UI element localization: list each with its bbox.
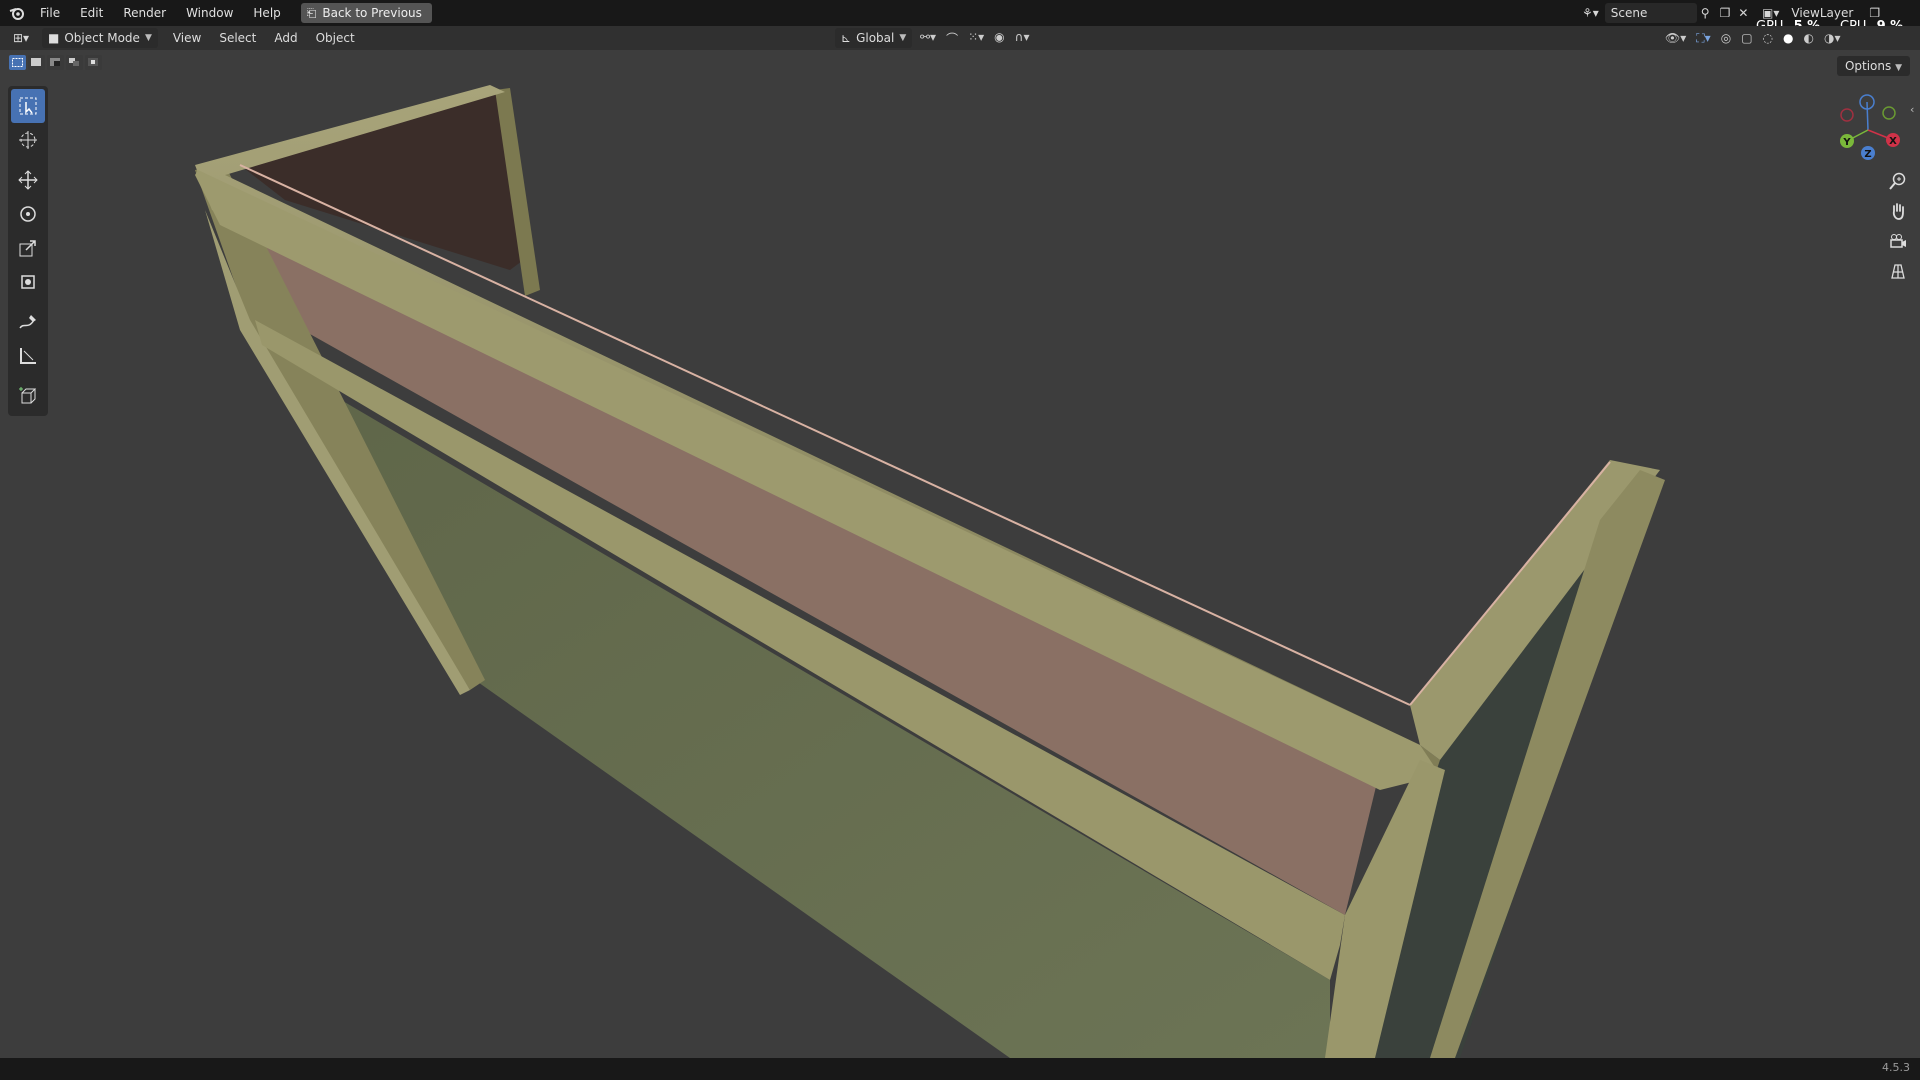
scene-selector: ⚘▾ Scene ⚲ ❐ ✕: [1582, 0, 1748, 26]
status-bar: 4.5.3: [0, 1058, 1920, 1080]
move-tool-icon[interactable]: [11, 163, 45, 197]
tool-shelf: [8, 86, 48, 416]
scale-tool-icon[interactable]: [11, 231, 45, 265]
select-new-icon[interactable]: [9, 55, 26, 70]
falloff-icon[interactable]: ∩▾: [1015, 30, 1030, 47]
xray-icon[interactable]: ▢: [1741, 31, 1752, 46]
scene-name-field[interactable]: Scene: [1604, 3, 1697, 23]
chevron-down-icon: ▼: [899, 33, 907, 43]
wireframe-shading-icon[interactable]: ◌: [1763, 31, 1773, 46]
perspective-toggle-icon[interactable]: [1883, 256, 1913, 286]
zoom-icon[interactable]: [1883, 166, 1913, 196]
view-layer-icon[interactable]: ▣▾: [1762, 6, 1779, 20]
menu-file[interactable]: File: [30, 0, 70, 26]
menu-window[interactable]: Window: [176, 0, 243, 26]
gizmo-x-label: X: [1889, 136, 1897, 147]
annotate-tool-icon[interactable]: [11, 305, 45, 339]
select-subtract-icon[interactable]: [47, 55, 64, 70]
menu-render[interactable]: Render: [113, 0, 176, 26]
viewport-3d[interactable]: [0, 50, 1920, 1058]
gizmo-z-label: Z: [1864, 149, 1871, 160]
mode-dropdown[interactable]: ■ Object Mode ▼: [42, 28, 158, 48]
object-mode-icon: ■: [48, 31, 60, 45]
selection-mode-buttons: [9, 55, 102, 70]
select-invert-icon[interactable]: [66, 55, 83, 70]
select-intersect-icon[interactable]: [85, 55, 102, 70]
menu-select[interactable]: Select: [210, 26, 265, 50]
transform-tool-icon[interactable]: [11, 265, 45, 299]
new-view-layer-icon[interactable]: ❐: [1869, 6, 1880, 20]
gizmo-y-label: Y: [1842, 137, 1851, 148]
viewport-display-controls: 👁▾ ⛶▾ ◎ ▢ ◌ ● ◐ ◑▾: [1665, 31, 1840, 46]
chevron-down-icon: ▼: [144, 33, 152, 43]
rendered-shading-icon[interactable]: ◑▾: [1824, 31, 1841, 46]
menu-add[interactable]: Add: [265, 26, 306, 50]
measure-tool-icon[interactable]: [11, 339, 45, 373]
snap-toggle-icon[interactable]: ⌒: [946, 30, 958, 47]
new-scene-icon[interactable]: ❐: [1720, 6, 1731, 20]
rotate-tool-icon[interactable]: [11, 197, 45, 231]
menu-object[interactable]: Object: [307, 26, 364, 50]
menu-help[interactable]: Help: [243, 0, 290, 26]
pin-icon[interactable]: ⚲: [1701, 6, 1710, 20]
snap-target-icon[interactable]: ⁙▾: [968, 30, 984, 47]
cursor-tool-icon[interactable]: [11, 123, 45, 157]
overlay-icon[interactable]: ◎: [1721, 31, 1731, 46]
select-box-tool-icon[interactable]: [11, 89, 45, 123]
menu-view[interactable]: View: [164, 26, 210, 50]
add-cube-tool-icon[interactable]: [11, 379, 45, 413]
navigation-gizmo[interactable]: X Y Z: [1835, 90, 1905, 165]
back-to-previous-button[interactable]: ⎗ Back to Previous: [300, 3, 432, 23]
gizmo-neg-y[interactable]: [1882, 106, 1896, 120]
sidebar-toggle-icon[interactable]: ‹: [1910, 103, 1914, 116]
viewport-header: ⊞▾ ■ Object Mode ▼ View Select Add Objec…: [0, 26, 1920, 50]
pivot-icon[interactable]: ⚯▾: [920, 30, 936, 47]
remove-scene-icon[interactable]: ✕: [1738, 6, 1748, 20]
orientation-icon: ⊾: [841, 31, 852, 45]
material-shading-icon[interactable]: ◐: [1804, 31, 1814, 46]
proportional-edit-icon[interactable]: ◉: [994, 30, 1004, 47]
select-extend-icon[interactable]: [28, 55, 45, 70]
orientation-label: Global: [856, 31, 895, 45]
gizmo-toggle-icon[interactable]: ⛶▾: [1696, 31, 1710, 46]
back-to-previous-label: Back to Previous: [322, 6, 422, 20]
chevron-down-icon: ▼: [1895, 63, 1902, 73]
pan-hand-icon[interactable]: [1883, 196, 1913, 226]
scene-icon[interactable]: ⚘▾: [1582, 6, 1599, 20]
mode-label: Object Mode: [64, 31, 140, 45]
editor-type-icon[interactable]: ⊞▾: [0, 31, 42, 45]
solid-shading-icon[interactable]: ●: [1783, 31, 1793, 46]
options-label: Options: [1844, 59, 1892, 73]
transform-orientation-dropdown[interactable]: ⊾ Global ▼: [835, 28, 913, 48]
version-label: 4.5.3: [1882, 1061, 1910, 1074]
options-dropdown[interactable]: Options ▼: [1836, 56, 1910, 76]
camera-view-icon[interactable]: [1883, 226, 1913, 256]
menu-edit[interactable]: Edit: [70, 0, 113, 26]
snapping-controls: ⚯▾ ⌒ ⁙▾ ◉ ∩▾: [920, 30, 1029, 47]
visibility-icon[interactable]: 👁▾: [1665, 31, 1686, 46]
gizmo-neg-x[interactable]: [1840, 108, 1854, 122]
blender-logo-icon[interactable]: [4, 0, 30, 26]
back-icon: ⎗: [306, 6, 317, 20]
